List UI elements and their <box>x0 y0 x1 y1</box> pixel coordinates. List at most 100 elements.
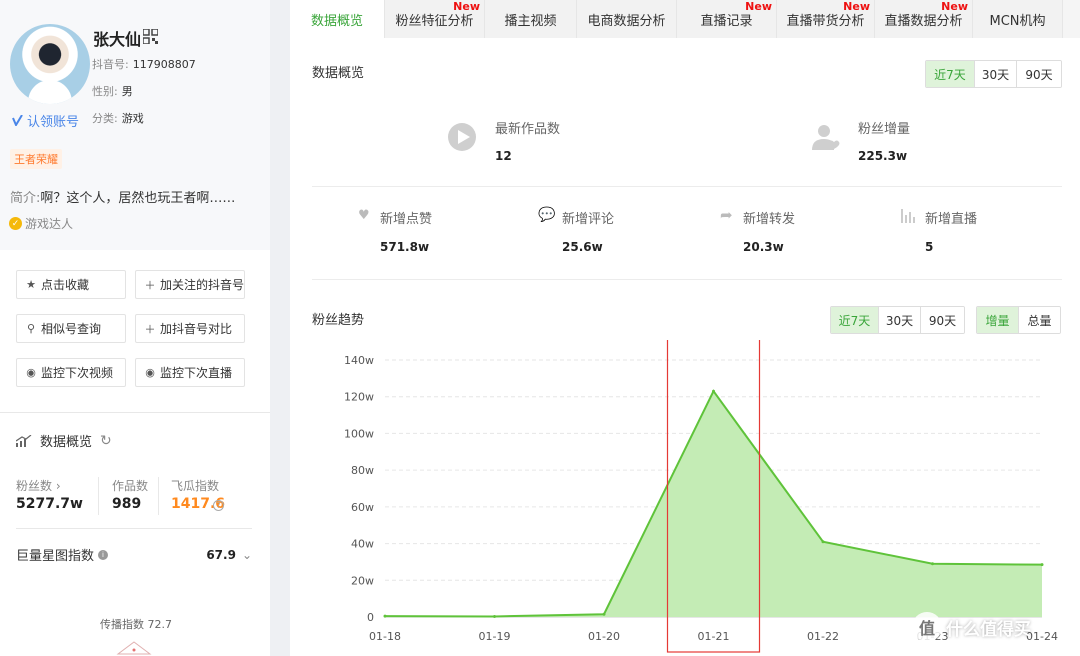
help-icon[interactable]: ? <box>213 500 224 511</box>
monitor-video-button[interactable]: ◉ 监控下次视频 <box>16 358 126 387</box>
tab-videos[interactable]: 播主视频 <box>485 0 577 38</box>
douyin-id: 117908807 <box>132 58 196 71</box>
trend-range-selector: 近7天 30天 90天 <box>830 306 965 334</box>
tab-live-data[interactable]: 直播数据分析 New <box>875 0 973 38</box>
likes-value: 571.8w <box>380 240 430 254</box>
y-tick-label: 20w <box>351 574 374 587</box>
category: 游戏 <box>121 112 144 125</box>
divider <box>312 186 1062 187</box>
avatar[interactable] <box>10 24 90 104</box>
claim-account-link[interactable]: 认领账号 <box>12 111 79 130</box>
divider <box>312 279 1062 280</box>
trend-range-90d[interactable]: 90天 <box>921 307 964 333</box>
y-tick-label: 40w <box>351 538 374 551</box>
comments-value: 25.6w <box>562 240 603 254</box>
shares-label: 新增转发 <box>743 212 796 227</box>
data-point <box>821 540 825 544</box>
profile-header: 张大仙 抖音号: 117908807 性别: 男 分类: 游戏 认领账号 王者荣耀 简… <box>0 0 270 250</box>
category-tag: 王者荣耀 <box>10 149 62 169</box>
data-point <box>1040 563 1044 567</box>
star-index-value: 67.9 <box>206 547 236 562</box>
y-tick-label: 60w <box>351 501 374 514</box>
watermark: 值 什么值得买 <box>912 612 1031 642</box>
shares-value: 20.3w <box>743 240 784 254</box>
tab-fans-analysis[interactable]: 粉丝特征分析 New <box>385 0 485 38</box>
fans-growth-label: 粉丝增量 <box>858 122 911 137</box>
douyin-id-row: 抖音号: 117908807 <box>92 58 196 71</box>
range-90d[interactable]: 90天 <box>1017 61 1061 87</box>
fans-label[interactable]: 粉丝数 › <box>16 477 61 494</box>
favorite-button[interactable]: ★ 点击收藏 <box>16 270 126 299</box>
x-tick-label: 01-22 <box>807 630 839 643</box>
range-7d[interactable]: 近7天 <box>926 61 975 87</box>
radar-chart-icon <box>116 641 152 655</box>
data-point <box>602 612 606 616</box>
feigua-label: 飞瓜指数 <box>171 479 220 493</box>
compare-button[interactable]: ＋加抖音号对比 <box>135 314 245 343</box>
eye-icon: ◉ <box>26 366 36 379</box>
main-panel: 数据概览 粉丝特征分析 New 播主视频 电商数据分析 直播记录 New 直播带货分… <box>290 0 1080 656</box>
user-heart-icon <box>812 125 840 150</box>
profile-intro: 简介:啊？这个人，居然也玩王者啊…… <box>10 191 236 206</box>
x-tick-label: 01-19 <box>479 630 511 643</box>
y-tick-label: 0 <box>367 611 374 624</box>
side-overview-title: 数据概览 ↻ <box>16 431 112 450</box>
lives-label: 新增直播 <box>925 212 978 227</box>
category-row: 分类: 游戏 <box>92 112 144 125</box>
follow-douyin-button[interactable]: ＋加关注的抖音号 <box>135 270 245 299</box>
y-tick-label: 140w <box>344 354 374 367</box>
play-icon <box>448 123 476 151</box>
x-tick-label: 01-18 <box>369 630 401 643</box>
fans-trend-chart: 0 20w 40w 60w 80w 100w 120w 140w 01-18 01-19 01-20… <box>344 340 1058 653</box>
info-icon: i <box>98 549 109 560</box>
divider <box>158 477 159 515</box>
y-tick-label: 120w <box>344 391 374 404</box>
heart-icon: ♥ <box>358 208 370 223</box>
monitor-live-button[interactable]: ◉ 监控下次直播 <box>135 358 245 387</box>
data-point <box>383 614 387 618</box>
fans-value: 5277.7w <box>16 496 83 512</box>
gender-row: 性别: 男 <box>92 85 133 98</box>
bar-chart-icon <box>901 209 915 223</box>
plus-icon: ＋ <box>144 322 156 336</box>
similar-search-button[interactable]: ⚲ 相似号查询 <box>16 314 126 343</box>
chart-icon <box>16 434 32 447</box>
expert-badge: ✓ 游戏达人 <box>9 215 73 232</box>
x-tick-label: 01-20 <box>588 630 620 643</box>
verified-badge-icon: ✓ <box>9 217 22 230</box>
tab-overview[interactable]: 数据概览 <box>290 0 385 38</box>
range-30d[interactable]: 30天 <box>975 61 1017 87</box>
divider <box>16 528 252 529</box>
tab-bar: 数据概览 粉丝特征分析 New 播主视频 电商数据分析 直播记录 New 直播带货分… <box>290 0 1080 38</box>
x-tick-label: 01-21 <box>698 630 730 643</box>
series-area <box>385 391 1042 617</box>
tab-live-records[interactable]: 直播记录 New <box>677 0 777 38</box>
data-point <box>493 614 496 618</box>
mode-increment[interactable]: 增量 <box>977 307 1019 333</box>
likes-label: 新增点赞 <box>380 212 433 227</box>
watermark-logo-icon: 值 <box>912 612 942 642</box>
overview-range-selector: 近7天 30天 90天 <box>925 60 1062 88</box>
trend-range-7d[interactable]: 近7天 <box>831 307 879 333</box>
mode-total[interactable]: 总量 <box>1019 307 1060 333</box>
divider <box>98 477 99 515</box>
star-icon: ★ <box>26 278 36 291</box>
trend-range-30d[interactable]: 30天 <box>879 307 921 333</box>
overview-title: 数据概览 <box>312 66 365 81</box>
y-tick-label: 100w <box>344 427 374 440</box>
trend-mode-selector: 增量 总量 <box>976 306 1061 334</box>
chevron-down-icon: ⌄ <box>241 547 252 562</box>
divider <box>0 412 270 413</box>
tab-mcn[interactable]: MCN机构 <box>973 0 1063 38</box>
tab-live-sales[interactable]: 直播带货分析 New <box>777 0 875 38</box>
comments-label: 新增评论 <box>562 212 615 227</box>
latest-works-value: 12 <box>495 149 512 163</box>
tab-ecommerce[interactable]: 电商数据分析 <box>577 0 677 38</box>
search-icon: ⚲ <box>26 322 36 335</box>
qrcode-icon[interactable] <box>143 29 158 44</box>
spread-index-label: 传播指数 72.7 <box>100 618 172 631</box>
refresh-icon[interactable]: ↻ <box>100 433 112 449</box>
star-index-row[interactable]: 巨量星图指数 i 67.9 ⌄ <box>16 545 252 565</box>
profile-name: 张大仙 <box>93 30 142 49</box>
latest-works-label: 最新作品数 <box>495 122 561 137</box>
